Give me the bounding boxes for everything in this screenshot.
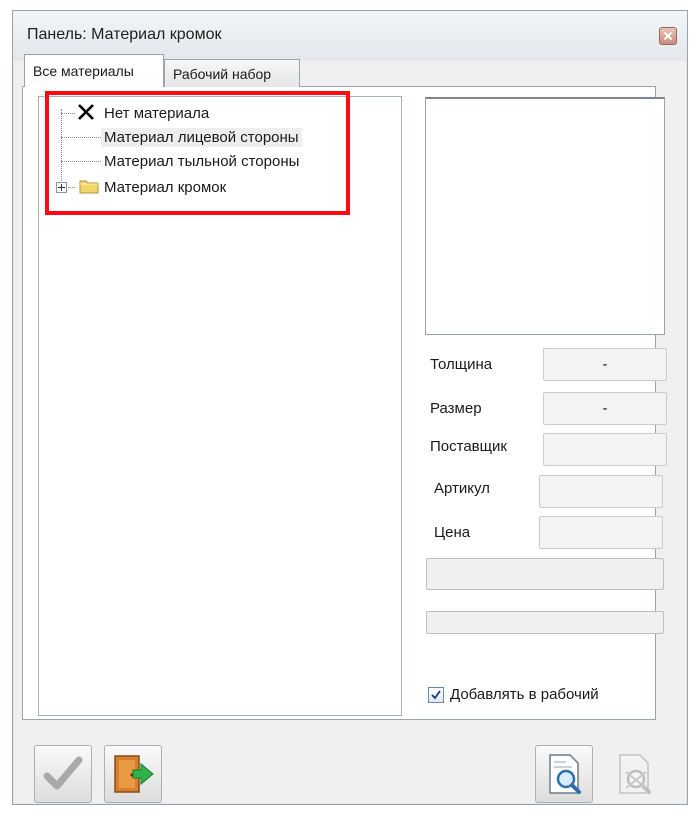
tree-connector: [61, 137, 101, 138]
price-field: [539, 516, 663, 549]
supplier-field: [543, 433, 667, 466]
window-title: Панель: Материал кромок: [27, 26, 222, 43]
tree-item-no-material[interactable]: Нет материала: [101, 102, 212, 124]
checkmark-icon: [43, 756, 83, 790]
size-label: Размер: [430, 400, 482, 417]
tree-item-label: Материал лицевой стороны: [101, 127, 302, 147]
description-field: [426, 558, 664, 590]
size-field: -: [543, 392, 667, 425]
tree-item-label: Материал кромок: [104, 178, 227, 196]
price-label: Цена: [434, 524, 471, 541]
tree-item-back-material[interactable]: Материал тыльной стороны: [101, 150, 302, 172]
thickness-field: -: [543, 348, 667, 381]
checkmark-icon: [431, 689, 441, 699]
extra-info-field: [426, 611, 664, 634]
add-to-workset-label: Добавлять в рабочий: [450, 686, 599, 703]
tab-label: Все материалы: [33, 63, 134, 79]
tab-workset[interactable]: Рабочий набор: [164, 59, 300, 87]
document-search-icon: [549, 754, 581, 794]
no-material-x-icon: [78, 104, 94, 120]
tab-all-materials[interactable]: Все материалы: [24, 54, 164, 87]
folder-icon: [79, 180, 99, 194]
tree-item-label: Нет материала: [104, 104, 210, 122]
tree-connector: [61, 161, 101, 162]
view-material-button[interactable]: [535, 745, 593, 803]
tree-item-face-material[interactable]: Материал лицевой стороны: [101, 126, 302, 148]
article-label: Артикул: [434, 480, 490, 497]
close-icon: [663, 31, 673, 41]
material-preview: [425, 97, 665, 335]
size-value: -: [602, 400, 608, 417]
add-to-workset-option[interactable]: Добавлять в рабочий: [428, 686, 599, 703]
material-tree[interactable]: Нет материала Материал лицевой стороны М…: [38, 96, 402, 716]
tree-connector: [61, 113, 75, 114]
tree-item-edge-material[interactable]: Материал кромок: [101, 176, 229, 198]
exit-door-icon: [114, 755, 154, 793]
add-to-workset-checkbox[interactable]: [428, 686, 444, 703]
tree-expander[interactable]: [56, 182, 67, 193]
tab-label: Рабочий набор: [173, 65, 272, 82]
close-button[interactable]: [659, 27, 677, 45]
tree-item-label: Материал тыльной стороны: [104, 152, 300, 170]
thickness-value: -: [602, 356, 608, 373]
exit-button[interactable]: [104, 745, 162, 803]
clear-search-button[interactable]: [605, 745, 663, 803]
plus-icon: [58, 184, 65, 191]
apply-button[interactable]: [34, 745, 92, 803]
supplier-label: Поставщик: [430, 438, 507, 455]
thickness-label: Толщина: [430, 356, 493, 373]
tree-connector: [61, 109, 62, 189]
article-field: [539, 475, 663, 508]
search-disabled-icon: [619, 754, 651, 794]
